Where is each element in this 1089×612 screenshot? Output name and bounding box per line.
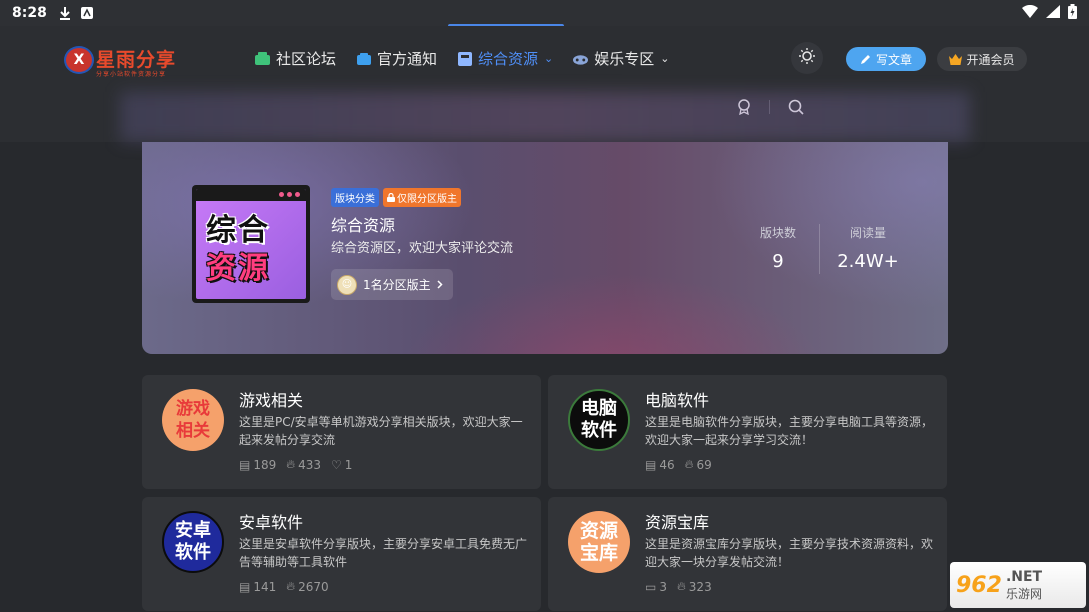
category-badge: 版块分类: [331, 188, 379, 207]
board-cover-image: 综合 资源: [192, 185, 310, 303]
theme-toggle-button[interactable]: [791, 42, 823, 74]
card-title: 安卓软件: [239, 513, 304, 532]
posts-icon: ▤: [239, 457, 251, 472]
card-stats: ▤ 141 🔥︎ 2670: [239, 579, 329, 594]
views-count: 433: [298, 457, 321, 472]
forum-card-android-software[interactable]: 安卓 软件 安卓软件 这里是安卓软件分享版块，主要分享安卓工具免费无广告等辅助等工…: [142, 497, 541, 611]
posts-icon: ▤: [645, 457, 657, 472]
card-title: 游戏相关: [239, 391, 304, 410]
stat-views-label: 阅读量: [849, 226, 886, 240]
forum-card-games[interactable]: 游戏 相关 游戏相关 这里是PC/安卓等单机游戏分享相关版块，欢迎大家一起来发帖分…: [142, 375, 541, 489]
download-icon: [59, 6, 71, 20]
posts-count: 141: [253, 579, 277, 594]
nav-label-resources: 综合资源: [478, 50, 539, 68]
stat-views: 阅读量 2.4W+: [835, 224, 901, 272]
card-title: 资源宝库: [645, 513, 710, 532]
open-vip-label: 开通会员: [966, 52, 1015, 67]
write-article-label: 写文章: [875, 52, 912, 67]
game-icon: [573, 52, 589, 65]
sun-icon: [799, 48, 815, 68]
stat-boards-label: 版块数: [759, 226, 796, 240]
status-bar: 8:28: [0, 0, 1089, 26]
wifi-icon: [1022, 4, 1038, 22]
card-title: 电脑软件: [645, 391, 710, 410]
write-article-button[interactable]: 写文章: [846, 47, 926, 71]
board-badges: 版块分类 仅限分区版主: [331, 188, 461, 207]
moderators-button[interactable]: ☺ 1名分区版主: [331, 269, 453, 300]
card-description: 这里是电脑软件分享版块，主要分享电脑工具等资源，欢迎大家一起来分享学习交流！: [645, 415, 934, 447]
pc-software-icon: 电脑 软件: [568, 389, 630, 451]
watermark-logo: 962 .NET 乐游网: [950, 562, 1086, 608]
card-stats: ▤ 189 🔥︎ 433 ♡ 1: [239, 457, 352, 472]
crown-icon: [949, 53, 963, 65]
chevron-right-icon: [437, 280, 443, 289]
stat-boards: 版块数 9: [748, 224, 808, 272]
open-vip-button[interactable]: 开通会员: [937, 47, 1027, 71]
android-software-icon: 安卓 软件: [162, 511, 224, 573]
posts-count: 46: [659, 457, 675, 472]
comment-icon: ▭: [645, 579, 657, 594]
card-stats: ▭ 3 🔥︎ 323: [645, 579, 712, 594]
nav-label-entertainment: 娱乐专区: [594, 50, 655, 68]
restricted-badge-label: 仅限分区版主: [397, 194, 457, 205]
views-count: 2670: [298, 579, 329, 594]
forum-icon: [255, 52, 270, 65]
card-stats: ▤ 46 🔥︎ 69: [645, 457, 712, 472]
resource-icon: [457, 51, 472, 66]
heart-icon: ♡: [330, 457, 342, 472]
chevron-down-icon: ⌄: [660, 52, 670, 65]
posts-icon: ▤: [239, 579, 251, 594]
main-nav: 社区论坛 官方通知 综合资源 ⌄ 娱乐专区 ⌄: [255, 48, 690, 69]
card-description: 这里是资源宝库分享版块，主要分享技术资源资料，欢迎大家一块分享发帖交流！: [645, 537, 934, 569]
fire-icon: 🔥︎: [684, 457, 694, 471]
forum-card-resource-vault[interactable]: 资源 宝库 资源宝库 这里是资源宝库分享版块，主要分享技术资源资料，欢迎大家一块分…: [548, 497, 947, 611]
board-title: 综合资源: [331, 216, 396, 235]
board-description: 综合资源区，欢迎大家评论交流: [331, 241, 514, 256]
comments-count: 3: [659, 579, 667, 594]
pencil-icon: [860, 54, 871, 65]
views-count: 69: [696, 457, 712, 472]
status-time: 8:28: [12, 5, 47, 21]
stat-divider: [819, 224, 820, 274]
cover-text-line2: 资源: [206, 251, 270, 286]
games-icon: 游戏 相关: [162, 389, 224, 451]
forum-card-pc-software[interactable]: 电脑 软件 电脑软件 这里是电脑软件分享版块，主要分享电脑工具等资源，欢迎大家一起…: [548, 375, 947, 489]
watermark-site: 乐游网: [1005, 586, 1042, 601]
board-banner: 综合 资源 版块分类 仅限分区版主 综合资源 综合资源区，欢迎大家评论交流 ☺ …: [142, 142, 948, 354]
views-count: 323: [688, 579, 712, 594]
avatar: ☺: [337, 274, 357, 295]
fire-icon: 🔥︎: [286, 579, 296, 593]
card-description: 这里是安卓软件分享版块，主要分享安卓工具免费无广告等辅助等工具软件: [239, 537, 528, 569]
nav-item-entertainment[interactable]: 娱乐专区 ⌄: [573, 48, 670, 69]
signal-icon: [1046, 4, 1060, 22]
nav-item-forum[interactable]: 社区论坛: [255, 48, 336, 69]
notice-icon: [356, 52, 371, 65]
chevron-down-icon: ⌄: [544, 52, 554, 65]
watermark-number: 962: [956, 572, 1002, 598]
posts-count: 189: [253, 457, 277, 472]
watermark-net: .NET: [1005, 568, 1043, 585]
nav-item-notice[interactable]: 官方通知: [356, 48, 437, 69]
likes-count: 1: [344, 457, 353, 472]
nav-item-resources[interactable]: 综合资源 ⌄: [457, 48, 553, 69]
header-glow: [120, 92, 970, 142]
app-notification-icon: [80, 7, 93, 19]
site-logo[interactable]: X 星雨分享 分享小站软件资源分享: [64, 44, 184, 78]
resource-vault-icon: 资源 宝库: [568, 511, 630, 573]
stat-views-value: 2.4W+: [837, 251, 899, 272]
card-description: 这里是PC/安卓等单机游戏分享相关版块，欢迎大家一起来发帖分享交流: [239, 415, 523, 447]
lock-icon: [387, 193, 395, 202]
logo-text: 星雨分享: [96, 49, 177, 71]
fire-icon: 🔥︎: [286, 457, 296, 471]
nav-label-notice: 官方通知: [377, 50, 438, 68]
moderators-label: 1名分区版主: [363, 278, 431, 292]
logo-subtitle: 分享小站软件资源分享: [96, 71, 167, 78]
nav-label-forum: 社区论坛: [276, 50, 337, 68]
battery-icon: [1068, 3, 1077, 23]
logo-mark-icon: X: [64, 46, 94, 74]
restricted-badge: 仅限分区版主: [383, 188, 461, 207]
stat-boards-value: 9: [772, 251, 784, 272]
fire-icon: 🔥︎: [676, 579, 686, 593]
